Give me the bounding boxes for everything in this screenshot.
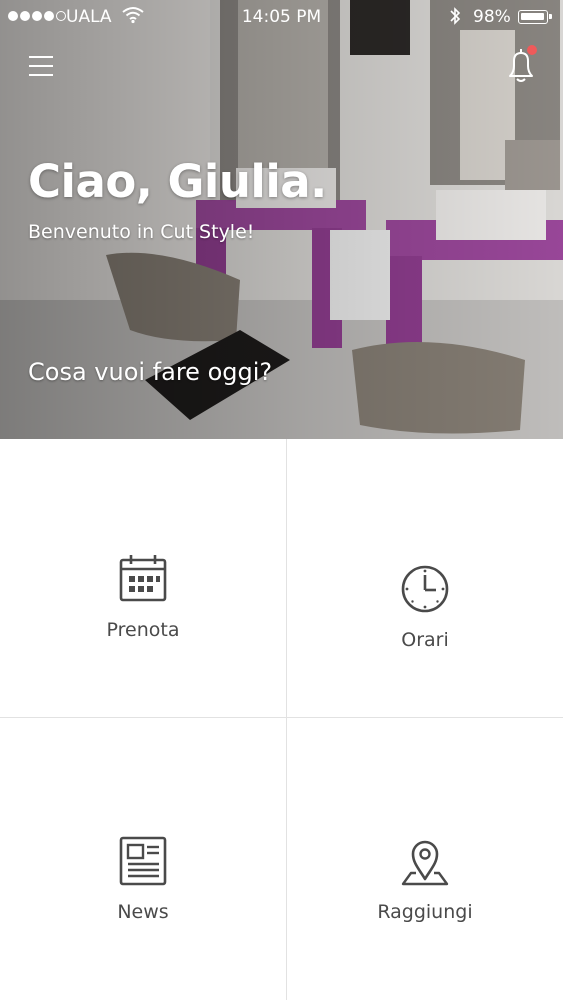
hero-banner: UALA 14:05 PM 98% Ciao, Giulia. Benvenut…: [0, 0, 563, 439]
tile-label: Orari: [401, 629, 449, 651]
bluetooth-icon: [448, 6, 462, 31]
tile-orari[interactable]: Orari: [287, 563, 563, 651]
notification-badge: [527, 45, 537, 55]
tile-raggiungi[interactable]: Raggiungi: [287, 835, 563, 923]
menu-button[interactable]: [28, 54, 54, 78]
tile-label: News: [117, 901, 169, 923]
clock-icon: [401, 565, 449, 613]
tile-news[interactable]: News: [0, 835, 286, 923]
tile-label: Raggiungi: [377, 901, 473, 923]
menu-grid: Prenota Orari News Raggiungi: [0, 439, 563, 1000]
status-bar: UALA 14:05 PM 98%: [0, 0, 563, 34]
map-pin-icon: [401, 840, 449, 886]
hamburger-menu-icon: [29, 56, 53, 76]
newspaper-icon: [119, 836, 167, 886]
calendar-icon: [119, 555, 167, 602]
greeting-title: Ciao, Giulia.: [28, 155, 327, 208]
notifications-button[interactable]: [503, 45, 539, 84]
tile-label: Prenota: [106, 619, 180, 641]
grid-divider-horizontal: [0, 717, 563, 718]
prompt-question: Cosa vuoi fare oggi?: [28, 358, 273, 386]
tile-prenota[interactable]: Prenota: [0, 553, 286, 641]
battery-icon: [518, 10, 552, 24]
welcome-subtitle: Benvenuto in Cut Style!: [28, 221, 255, 243]
battery-percentage: 98%: [473, 7, 511, 27]
